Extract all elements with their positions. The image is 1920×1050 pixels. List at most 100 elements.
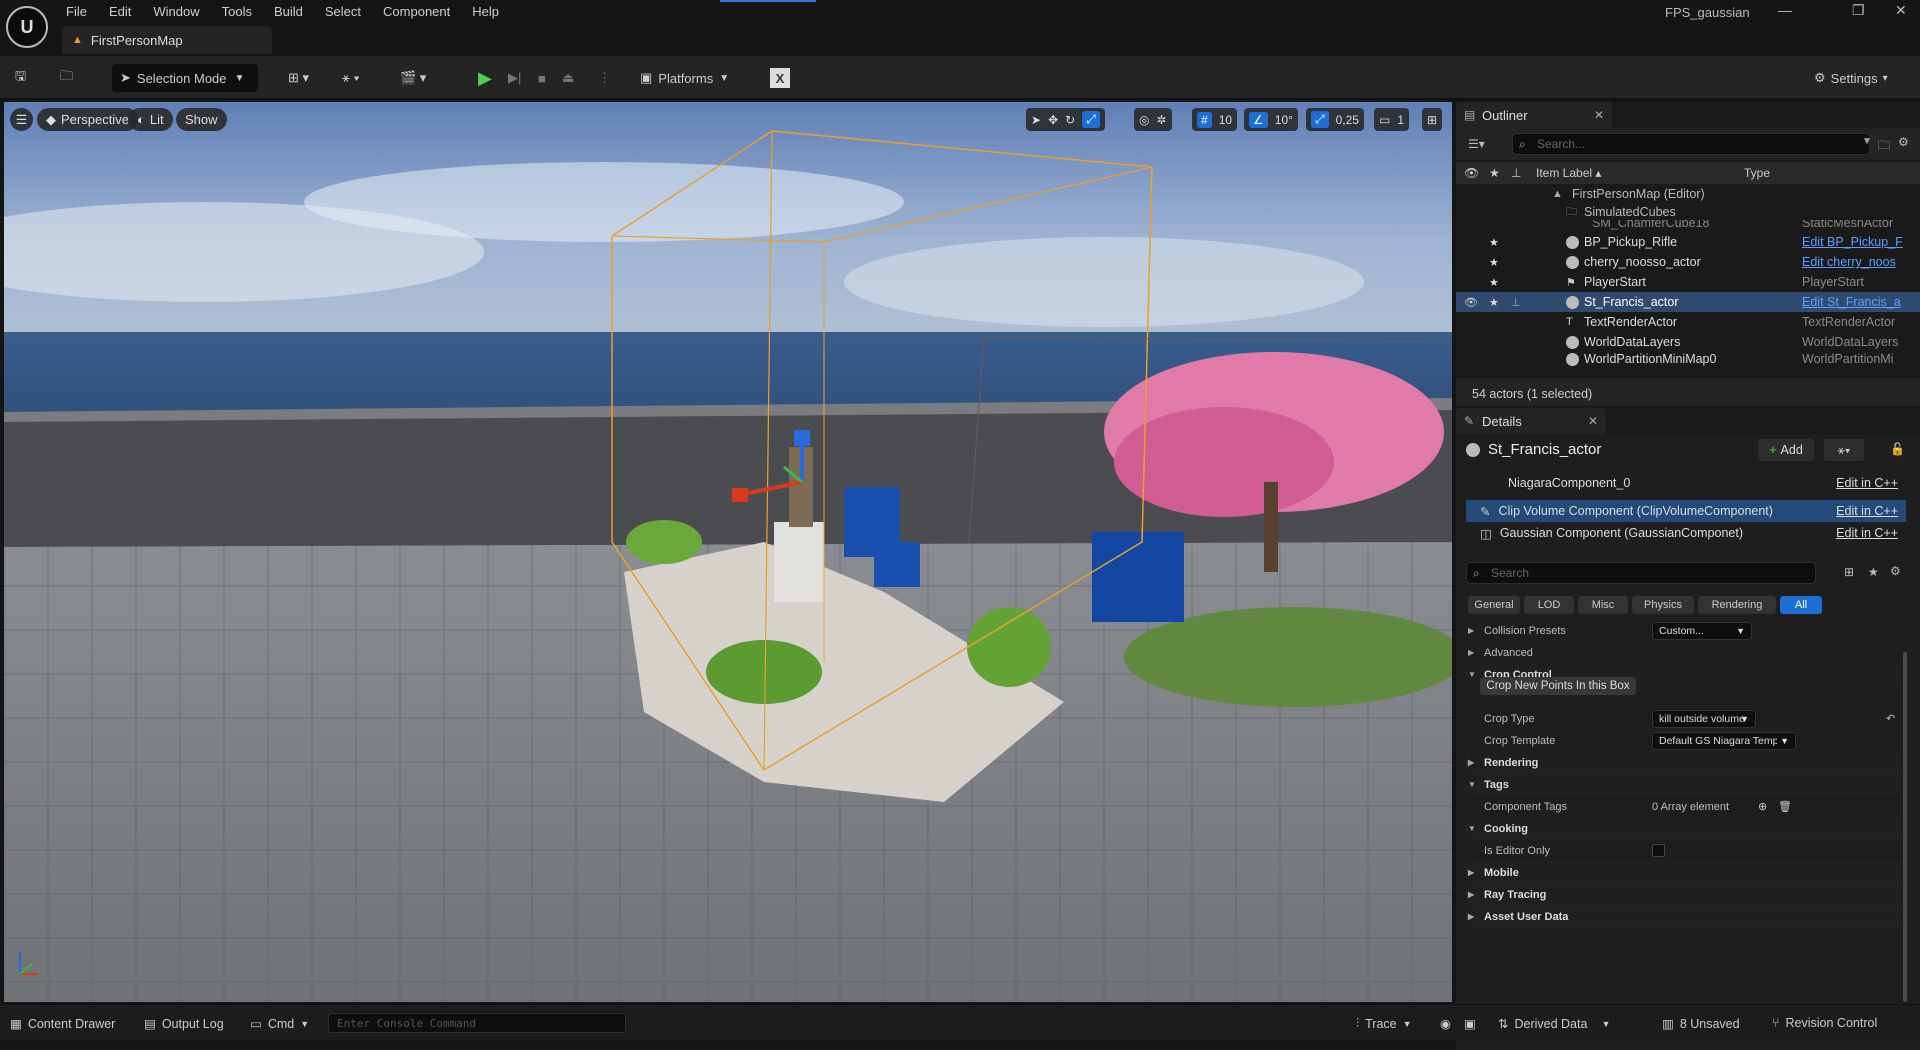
tree-row[interactable]: T TextRenderActor TextRenderActor (1456, 312, 1920, 332)
platforms-dropdown[interactable]: ▣ Platforms ▼ (640, 64, 729, 92)
surface-snap-icon[interactable]: ✲ (1156, 113, 1166, 127)
collapse-icon[interactable]: ▼ (1468, 670, 1476, 679)
blueprint-options-icon[interactable]: ⚹▾ (1824, 439, 1864, 461)
star-icon[interactable]: ★ (1868, 565, 1879, 579)
trace-button[interactable]: ⫶ Trace ▼ (1356, 1016, 1412, 1031)
crop-new-points-button[interactable]: Crop New Points In this Box (1480, 677, 1636, 695)
eject-icon[interactable]: ⏏ (562, 64, 574, 92)
favorite-col-icon[interactable]: ★ (1489, 166, 1500, 180)
crop-template-row[interactable]: Crop Template Default GS Niagara Templat… (1466, 730, 1906, 752)
collapse-icon[interactable]: ▼ (1468, 780, 1476, 789)
asset-user-data-category[interactable]: ▶ Asset User Data (1466, 906, 1906, 928)
menu-help[interactable]: Help (461, 0, 510, 24)
menu-tools[interactable]: Tools (211, 0, 263, 24)
map-tab[interactable]: ▲ FirstPersonMap (62, 26, 272, 54)
rotation-snap[interactable]: ∠ 10° (1244, 108, 1298, 131)
restore-icon[interactable]: ❐ (1852, 2, 1865, 19)
star-icon[interactable]: ★ (1489, 296, 1499, 309)
scale-snap[interactable]: ⤢ 0,25 (1306, 108, 1364, 131)
lit-button[interactable]: ◐ Lit (128, 108, 173, 131)
chevron-down-icon[interactable]: ▼ (1862, 136, 1872, 147)
menu-window[interactable]: Window (142, 0, 210, 24)
viewport-menu-icon[interactable]: ☰ (10, 108, 33, 131)
save-icon[interactable]: 🖫 (15, 64, 26, 92)
expand-icon[interactable]: ▶ (1468, 626, 1474, 635)
stop-icon[interactable]: ■ (538, 64, 546, 92)
grid-snap[interactable]: # 10 (1192, 108, 1238, 131)
expand-icon[interactable]: ▶ (1468, 758, 1474, 767)
add-component-button[interactable]: + Add (1758, 439, 1814, 461)
revision-control-button[interactable]: ⑂ Revision Control (1772, 1016, 1877, 1030)
component-tags-row[interactable]: Component Tags 0 Array element ⊕ 🗑 (1466, 796, 1906, 818)
menu-component[interactable]: Component (372, 0, 461, 24)
star-icon[interactable]: ★ (1489, 256, 1499, 269)
layout-icon[interactable]: ⊞ (1422, 108, 1443, 131)
visibility-col-icon[interactable]: 👁 (1464, 166, 1479, 180)
perspective-button[interactable]: ◆ Perspective (37, 108, 138, 131)
details-scrollbar[interactable] (1903, 652, 1907, 1002)
row-type-link[interactable]: Edit BP_Pickup_F (1802, 235, 1914, 249)
cinematics-icon[interactable]: 🎬 ▾ (400, 64, 426, 92)
tree-row[interactable]: SM_ChamferCube18 StaticMeshActor (1456, 220, 1920, 232)
expand-icon[interactable]: ▶ (1468, 868, 1474, 877)
tab-details[interactable]: ✎ Details ✕ (1456, 408, 1606, 434)
close-icon[interactable]: ✕ (1594, 108, 1604, 122)
expand-icon[interactable]: ▶ (1468, 890, 1474, 899)
tree-row[interactable]: ★ cherry_noosso_actor Edit cherry_noos (1456, 252, 1920, 272)
outliner-search-input[interactable]: ⌕ Search... (1512, 133, 1870, 155)
world-icon[interactable]: ◎ (1139, 113, 1149, 127)
tab-outliner[interactable]: ▤ Outliner ✕ (1456, 102, 1612, 128)
pin-col-icon[interactable]: ⊥ (1511, 166, 1521, 180)
crop-type-dropdown[interactable]: kill outside volume ▼ (1652, 709, 1756, 728)
close-icon[interactable]: ✕ (1588, 414, 1598, 428)
show-button[interactable]: Show (176, 108, 227, 131)
menu-edit[interactable]: Edit (98, 0, 142, 24)
expand-icon[interactable]: ▶ (1468, 648, 1474, 657)
is-editor-only-row[interactable]: Is Editor Only (1466, 840, 1906, 862)
gear-icon[interactable]: ⚙ (1890, 564, 1901, 578)
selection-mode-dropdown[interactable]: ➤ Selection Mode ▼ (112, 64, 258, 92)
blueprint-icon[interactable]: ⚹ ▾ (342, 64, 360, 92)
type-column[interactable]: Type (1744, 166, 1770, 180)
expand-icon[interactable]: ▶ (1468, 912, 1474, 921)
unsaved-button[interactable]: ▥ 8 Unsaved (1662, 1016, 1740, 1032)
table-view-icon[interactable]: ⊞ (1844, 565, 1854, 579)
record-icon[interactable]: ◉ (1440, 1016, 1451, 1031)
lock-icon[interactable]: 🔓 (1890, 442, 1905, 456)
screenshot-icon[interactable]: ▣ (1464, 1016, 1476, 1031)
star-icon[interactable]: ★ (1489, 236, 1499, 249)
settings-button[interactable]: ⚙ Settings ▾ (1814, 64, 1888, 92)
ray-tracing-category[interactable]: ▶ Ray Tracing (1466, 884, 1906, 906)
filter-icon[interactable]: ☰▾ (1468, 137, 1485, 151)
trash-icon[interactable]: 🗑 (1778, 800, 1792, 813)
tree-row[interactable]: 🗀 SimulatedCubes (1456, 204, 1920, 220)
add-element-icon[interactable]: ⊕ (1758, 800, 1767, 813)
add-actor-icon[interactable]: ⊞ ▾ (288, 64, 309, 92)
content-drawer-button[interactable]: ▦ Content Drawer (10, 1016, 115, 1032)
play-icon[interactable]: ▶ (478, 64, 492, 92)
play-options-icon[interactable]: ⋮ (598, 64, 611, 92)
item-label-column[interactable]: Item Label ▴ (1536, 166, 1601, 180)
edit-in-cpp-link[interactable]: Edit in C++ (1836, 504, 1898, 518)
rendering-category[interactable]: ▶ Rendering (1466, 752, 1906, 774)
component-row-selected[interactable]: ✎ Clip Volume Component (ClipVolumeCompo… (1466, 500, 1906, 522)
component-row[interactable]: NiagaraComponent_0 Edit in C++ (1466, 472, 1906, 494)
plugin-x-icon[interactable]: X (770, 68, 790, 88)
tree-row[interactable]: WorldDataLayers WorldDataLayers (1456, 332, 1920, 352)
close-window-icon[interactable]: ✕ (1895, 2, 1907, 19)
edit-in-cpp-link[interactable]: Edit in C++ (1836, 476, 1898, 490)
browse-icon[interactable]: 🗀 (60, 64, 73, 92)
details-search-input[interactable]: ⌕ Search (1466, 562, 1816, 584)
component-row[interactable]: ◫ Gaussian Component (GaussianComponet) … (1466, 522, 1906, 544)
row-type-link[interactable]: Edit cherry_noos (1802, 255, 1914, 269)
step-icon[interactable]: ▶| (508, 64, 521, 92)
tree-row[interactable]: ▲ FirstPersonMap (Editor) (1456, 184, 1920, 204)
gear-icon[interactable]: ⚙ (1898, 135, 1909, 149)
menu-select[interactable]: Select (314, 0, 372, 24)
filter-all[interactable]: All (1780, 596, 1822, 614)
add-folder-icon[interactable]: 🗀 (1878, 136, 1890, 157)
filter-misc[interactable]: Misc (1578, 596, 1628, 614)
crop-template-dropdown[interactable]: Default GS Niagara Template ▼ (1652, 731, 1796, 750)
advanced-row[interactable]: ▶ Advanced (1466, 642, 1906, 664)
eye-icon[interactable]: 👁 (1464, 296, 1478, 309)
